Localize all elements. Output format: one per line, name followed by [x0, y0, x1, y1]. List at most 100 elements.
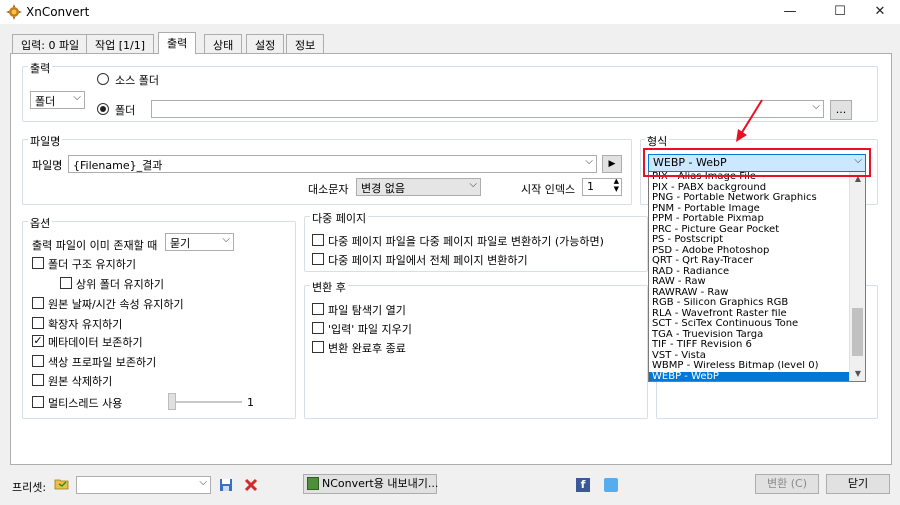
keep-extension-checkbox[interactable] — [32, 317, 44, 329]
folder-path-input[interactable]: ⌵ — [151, 100, 824, 118]
case-select[interactable]: 변경 없음 ⌵ — [356, 178, 481, 196]
list-item[interactable]: PPM - Portable Pixmap — [652, 214, 848, 225]
options-group-label: 옵션 — [28, 215, 53, 231]
export-nconvert-button[interactable]: NConvert용 내보내기... — [303, 474, 438, 494]
if-exists-select[interactable]: 묻기 ⌵ — [165, 233, 234, 251]
twitter-icon[interactable] — [604, 478, 618, 492]
list-item[interactable]: PS - Postscript — [652, 235, 848, 246]
list-item[interactable]: SCT - SciTex Continuous Tone — [652, 319, 848, 330]
keep-date-checkbox[interactable] — [32, 297, 44, 309]
chevron-down-icon: ⌵ — [585, 156, 593, 167]
minimize-button[interactable]: — — [768, 0, 812, 24]
delete-original-checkbox[interactable] — [32, 374, 44, 386]
chevron-down-icon: ⌵ — [222, 234, 230, 245]
multithread-checkbox[interactable] — [32, 396, 44, 408]
delete-icon[interactable] — [244, 478, 258, 492]
option-label: 상위 폴더 유지하기 — [76, 278, 164, 291]
xnconvert-logo-icon — [6, 4, 22, 20]
option-label: 색상 프로파일 보존하기 — [48, 356, 157, 369]
filename-group-label: 파일명 — [28, 133, 63, 149]
keep-metadata-checkbox[interactable]: ✓ — [32, 335, 44, 347]
list-item[interactable]: PIX - PABX background — [652, 183, 848, 194]
tab-input[interactable]: 입력: 0 파일 — [12, 34, 89, 53]
folder-label: 폴더 — [115, 104, 136, 117]
chevron-down-icon: ⌵ — [73, 92, 81, 103]
facebook-icon[interactable]: f — [576, 478, 590, 492]
stepper-arrows-icon[interactable]: ▲ ▼ — [614, 179, 619, 193]
multipage-option-label: 다중 페이지 파일을 다중 페이지 파일로 변환하기 (가능하면) — [328, 235, 604, 248]
keep-parent-folder-checkbox[interactable] — [60, 277, 72, 289]
after-option-label: 파일 탐색기 열기 — [328, 304, 406, 317]
thread-slider-track[interactable] — [168, 401, 242, 403]
filename-label: 파일명 — [32, 159, 63, 172]
nconvert-icon — [307, 477, 319, 490]
multipage-all-pages-checkbox[interactable] — [312, 253, 324, 265]
after-conversion-group-label: 변환 후 — [310, 279, 348, 295]
option-label: 폴더 구조 유지하기 — [48, 258, 136, 271]
list-item[interactable]: VST - Vista — [652, 351, 848, 362]
tab-settings[interactable]: 설정 — [246, 34, 285, 53]
tab-actions[interactable]: 작업 [1/1] — [86, 34, 155, 53]
list-item[interactable]: RAD - Radiance — [652, 267, 848, 278]
format-highlight-box — [643, 148, 871, 177]
browse-button[interactable]: ... — [830, 100, 852, 120]
red-arrow-icon — [736, 99, 763, 142]
open-folder-icon[interactable] — [54, 477, 70, 491]
clear-input-checkbox[interactable] — [312, 322, 324, 334]
folder-radio[interactable] — [97, 103, 109, 115]
format-dropdown-list[interactable]: PIX - Alias Image File PIX - PABX backgr… — [648, 171, 866, 382]
option-label: 원본 삭제하기 — [48, 375, 113, 388]
source-folder-radio[interactable] — [97, 73, 109, 85]
convert-button[interactable]: 변환 (C) — [755, 474, 819, 494]
tab-output[interactable]: 출력 — [158, 32, 197, 54]
list-item-selected[interactable]: WEBP - WebP — [649, 371, 849, 381]
start-index-stepper[interactable]: 1 ▲ ▼ — [582, 178, 622, 196]
option-label: 메타데이터 보존하기 — [48, 336, 143, 349]
option-label: 멀티스레드 사용 — [48, 397, 123, 410]
exit-after-checkbox[interactable] — [312, 341, 324, 353]
save-icon[interactable] — [219, 478, 233, 492]
close-window-button[interactable]: ✕ — [858, 0, 900, 24]
thread-count-value: 1 — [247, 396, 254, 409]
close-button[interactable]: 닫기 — [826, 474, 890, 494]
filename-input[interactable]: {Filename}_결과 ⌵ — [68, 155, 597, 173]
window-title: XnConvert — [26, 5, 90, 19]
list-item[interactable]: RAW - Raw — [652, 277, 848, 288]
case-label: 대소문자 — [308, 183, 349, 196]
keep-folder-structure-checkbox[interactable] — [32, 257, 44, 269]
start-index-label: 시작 인덱스 — [521, 183, 576, 196]
thread-slider-handle[interactable] — [168, 393, 176, 410]
list-item[interactable]: TGA - Truevision Targa — [652, 330, 848, 341]
if-exists-label: 출력 파일이 이미 존재할 때 — [32, 239, 158, 252]
list-item[interactable]: RGB - Silicon Graphics RGB — [652, 298, 848, 309]
option-label: 확장자 유지하기 — [48, 318, 123, 331]
scroll-down-icon[interactable]: ▼ — [850, 367, 865, 381]
chevron-down-icon: ⌵ — [199, 477, 207, 488]
list-item[interactable]: PNM - Portable Image — [652, 204, 848, 215]
tab-status[interactable]: 상태 — [204, 34, 243, 53]
chevron-down-icon: ⌵ — [812, 101, 820, 112]
preset-label: 프리셋: — [12, 481, 47, 494]
keep-color-profile-checkbox[interactable] — [32, 355, 44, 367]
filename-tokens-button[interactable]: ▶ — [602, 155, 622, 173]
title-bar: XnConvert — ☐ ✕ — [0, 0, 900, 24]
multipage-keep-checkbox[interactable] — [312, 234, 324, 246]
list-item[interactable]: PNG - Portable Network Graphics — [652, 193, 848, 204]
tab-info[interactable]: 정보 — [286, 34, 325, 53]
list-item[interactable]: RAWRAW - Raw — [652, 288, 848, 299]
chevron-down-icon: ⌵ — [469, 179, 477, 190]
output-group-label: 출력 — [28, 60, 53, 76]
list-item[interactable]: PRC - Picture Gear Pocket — [652, 225, 848, 236]
open-explorer-checkbox[interactable] — [312, 303, 324, 315]
after-option-label: 변환 완료후 종료 — [328, 342, 406, 355]
destination-select[interactable]: 폴더 ⌵ — [30, 91, 85, 109]
list-item[interactable]: QRT - Qrt Ray-Tracer — [652, 256, 848, 267]
preset-select[interactable]: ⌵ — [76, 476, 211, 494]
scroll-thumb[interactable] — [852, 308, 863, 356]
list-item[interactable]: RLA - Wavefront Raster file — [652, 309, 848, 320]
list-item[interactable]: WBMP - Wireless Bitmap (level 0) — [652, 361, 848, 372]
list-item[interactable]: PSD - Adobe Photoshop — [652, 246, 848, 257]
list-scrollbar[interactable]: ▲ ▼ — [849, 172, 865, 381]
list-item[interactable]: TIF - TIFF Revision 6 — [652, 340, 848, 351]
maximize-button[interactable]: ☐ — [818, 0, 862, 24]
